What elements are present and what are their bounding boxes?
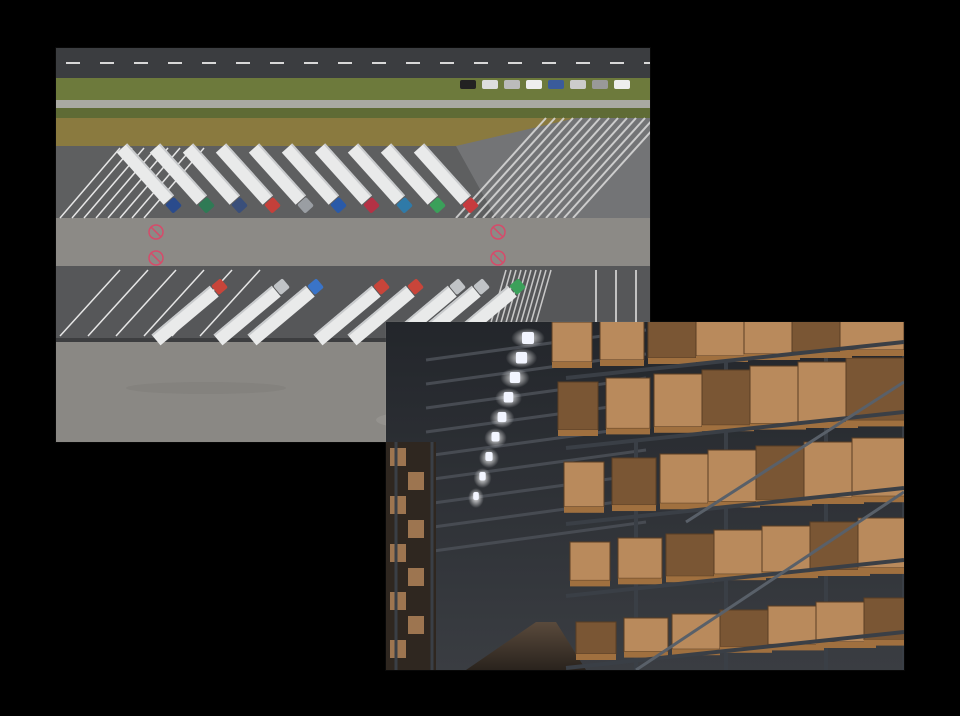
pallet (840, 350, 904, 356)
pallet (570, 580, 610, 587)
ceiling-light (491, 432, 500, 442)
box (719, 609, 773, 648)
box (617, 537, 663, 579)
box (599, 322, 645, 361)
parked-car (482, 80, 498, 89)
ceiling-light (522, 332, 534, 344)
box (653, 373, 703, 428)
pallet (606, 428, 650, 435)
parked-car (460, 80, 476, 89)
ceiling-light (497, 412, 507, 422)
box (551, 322, 593, 363)
ceiling-light (515, 352, 528, 364)
pallet (576, 654, 616, 660)
box (408, 568, 424, 586)
box (575, 621, 617, 655)
ceiling-light (485, 452, 493, 461)
box (408, 616, 424, 634)
warehouse-interior-photo (386, 322, 904, 670)
box (605, 377, 651, 429)
pallet (612, 505, 656, 512)
box (695, 322, 749, 357)
box (390, 496, 406, 514)
pallet (600, 360, 644, 366)
ceiling-light (509, 372, 521, 383)
box (563, 461, 605, 508)
box (713, 529, 767, 575)
pallet (618, 578, 662, 585)
pallet (552, 362, 592, 368)
parked-car (504, 80, 520, 89)
pallet (858, 567, 904, 574)
box (557, 381, 599, 431)
box (647, 322, 697, 359)
pallet (846, 420, 904, 427)
box (390, 592, 406, 610)
ceiling-light (503, 392, 514, 403)
pallet (564, 506, 604, 513)
ceiling-light (479, 472, 486, 481)
box (707, 449, 761, 503)
ceiling-light (473, 492, 479, 500)
parked-car (570, 80, 586, 89)
parked-car (548, 80, 564, 89)
box (390, 640, 406, 658)
box (390, 448, 406, 466)
pallet (864, 639, 904, 646)
box (659, 453, 709, 504)
box (390, 544, 406, 562)
parked-car (526, 80, 542, 89)
box (408, 472, 424, 490)
parked-car (614, 80, 630, 89)
box (408, 520, 424, 538)
box (665, 533, 715, 577)
box (569, 541, 611, 581)
parked-car (592, 80, 608, 89)
pallet (558, 430, 598, 436)
box (701, 369, 755, 426)
pallet (654, 426, 702, 433)
box (611, 457, 657, 506)
box (623, 617, 669, 653)
